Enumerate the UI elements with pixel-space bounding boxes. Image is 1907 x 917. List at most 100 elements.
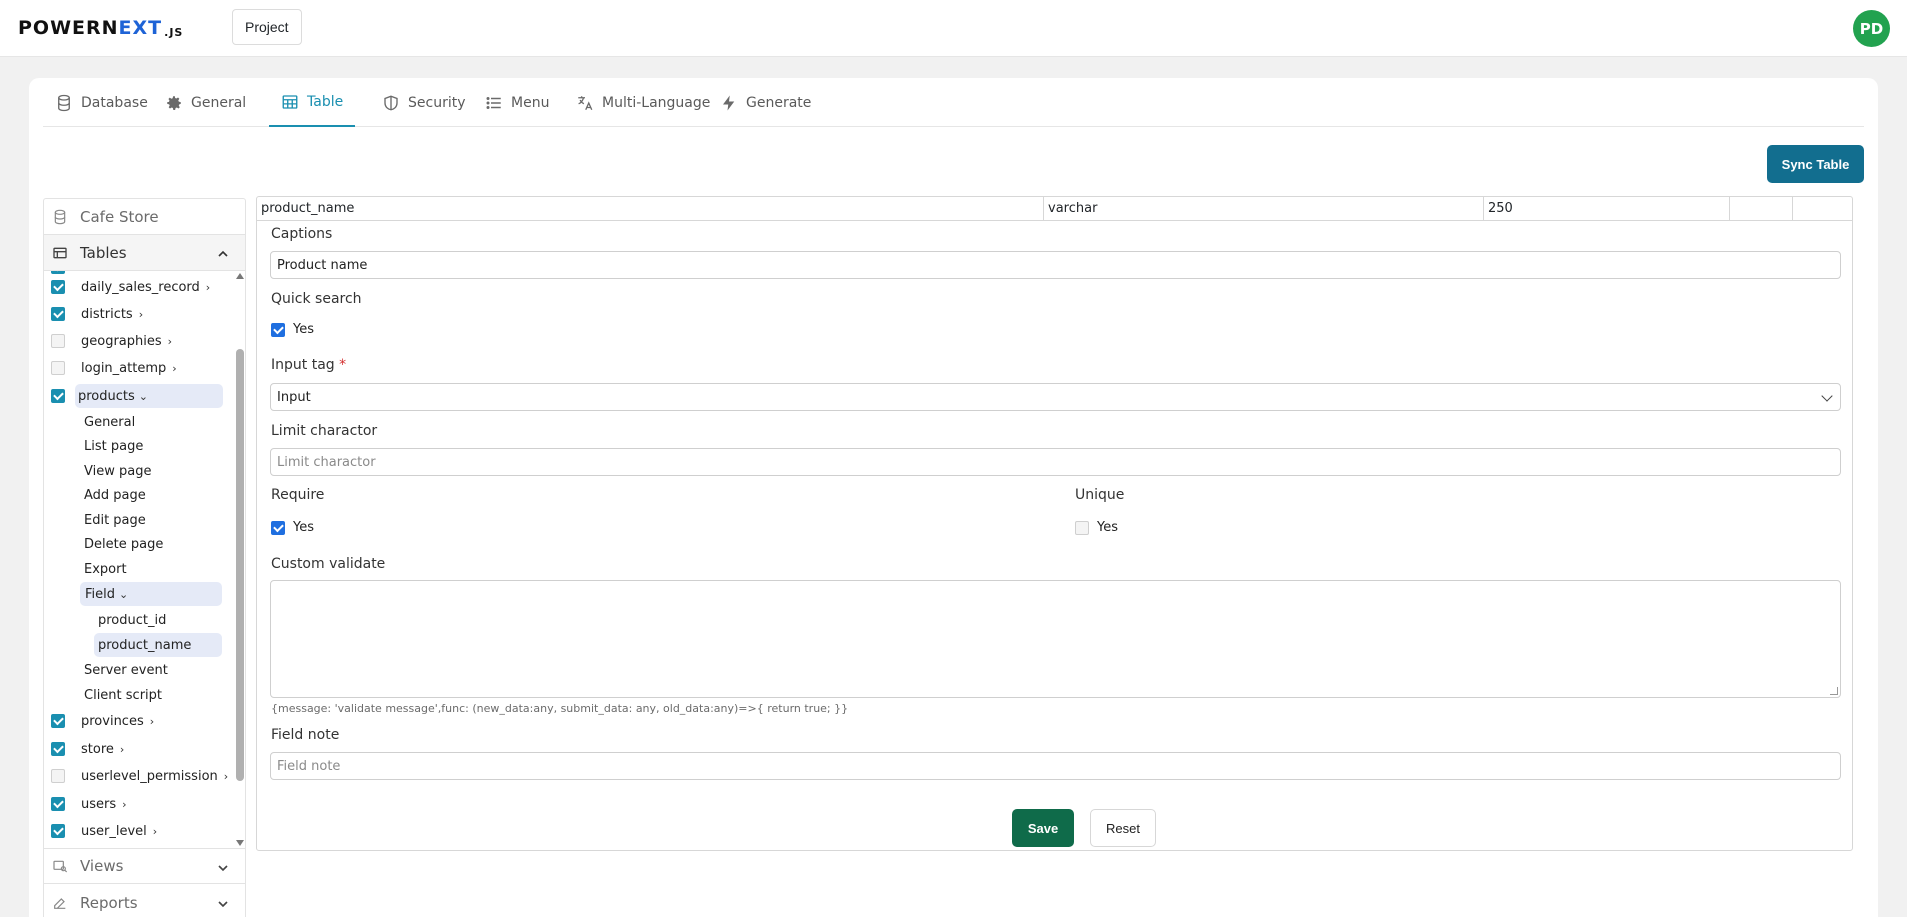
products-highlight[interactable]: products ⌄ — [75, 384, 223, 408]
field-type-cell[interactable]: varchar — [1044, 197, 1484, 220]
field-length-cell[interactable]: 250 — [1484, 197, 1730, 220]
tab-table[interactable]: Table — [269, 78, 356, 127]
field-group[interactable]: Field ⌄ — [80, 582, 222, 606]
table-name[interactable]: districts — [81, 307, 133, 322]
views-icon — [53, 860, 68, 873]
chevron-right-icon[interactable]: › — [150, 715, 154, 728]
chevron-up-icon[interactable] — [215, 246, 231, 262]
table-name[interactable]: store — [81, 742, 114, 757]
field-extra-cell[interactable] — [1730, 197, 1793, 220]
table-name: products — [78, 388, 135, 404]
chevron-right-icon[interactable]: › — [168, 335, 172, 348]
custom-validate-textarea[interactable] — [270, 580, 1841, 698]
product-child-edit-page[interactable]: Edit page — [84, 508, 146, 532]
product-child-export[interactable]: Export — [84, 557, 127, 581]
table-row[interactable]: users › — [51, 792, 127, 816]
chevron-right-icon[interactable]: › — [172, 362, 176, 375]
table-name[interactable]: login_attemp — [81, 361, 166, 376]
table-row[interactable]: provinces › — [51, 709, 154, 733]
chevron-right-icon[interactable]: › — [122, 798, 126, 811]
tab-security[interactable]: Security — [370, 78, 478, 127]
table-name[interactable]: daily_sales_record — [81, 280, 200, 295]
tab-security-label: Security — [408, 94, 466, 111]
limit-charactor-input[interactable]: Limit charactor — [270, 448, 1841, 476]
tab-menu[interactable]: Menu — [473, 78, 561, 127]
table-checkbox[interactable] — [51, 742, 65, 756]
field-extra-cell[interactable] — [1793, 197, 1852, 220]
table-checkbox[interactable] — [51, 389, 65, 403]
chevron-right-icon[interactable]: › — [120, 743, 124, 756]
table-name[interactable]: users — [81, 797, 116, 812]
field-item-product-name[interactable]: product_name — [94, 633, 222, 657]
chevron-down-icon[interactable] — [215, 896, 231, 912]
field-item-product-id[interactable]: product_id — [98, 608, 166, 632]
table-name[interactable]: provinces — [81, 714, 144, 729]
chevron-right-icon[interactable]: › — [206, 281, 210, 294]
field-name-cell[interactable]: product_name — [257, 197, 1044, 220]
captions-input[interactable]: Product name — [270, 251, 1841, 279]
tab-database[interactable]: Database — [43, 78, 160, 127]
table-checkbox[interactable] — [51, 307, 65, 321]
table-checkbox[interactable] — [51, 714, 65, 728]
custom-validate-hint: {message: 'validate message',func: (new_… — [271, 702, 849, 715]
table-checkbox[interactable] — [51, 280, 65, 294]
field-note-input[interactable]: Field note — [270, 752, 1841, 780]
require-option[interactable]: Yes — [271, 520, 314, 535]
table-checkbox[interactable] — [51, 334, 65, 348]
views-section-header[interactable]: Views — [44, 848, 245, 884]
save-button[interactable]: Save — [1012, 809, 1074, 847]
table-row[interactable]: districts › — [51, 302, 143, 326]
table-tree-panel: Cafe Store Tables daily_sales_record › di… — [43, 198, 246, 917]
table-checkbox[interactable] — [51, 797, 65, 811]
project-header[interactable]: Cafe Store — [44, 199, 245, 235]
table-row[interactable]: daily_sales_record › — [51, 275, 210, 299]
scroll-thumb[interactable] — [236, 349, 244, 781]
database-icon — [58, 94, 70, 111]
scroll-up-icon[interactable] — [236, 273, 244, 279]
tab-generate[interactable]: Generate — [708, 78, 823, 127]
logo-suffix: .JS — [164, 25, 184, 39]
table-name[interactable]: userlevel_permission — [81, 769, 218, 784]
chevron-right-icon[interactable]: › — [139, 308, 143, 321]
tab-multi-language[interactable]: Multi-Language — [564, 78, 722, 127]
product-child-list-page[interactable]: List page — [84, 434, 143, 458]
unique-checkbox[interactable] — [1075, 520, 1089, 535]
table-row[interactable]: store › — [51, 737, 124, 761]
sync-table-button[interactable]: Sync Table — [1767, 145, 1864, 183]
tab-general[interactable]: General — [153, 78, 258, 127]
product-child-add-page[interactable]: Add page — [84, 483, 146, 507]
product-child-view-page[interactable]: View page — [84, 459, 151, 483]
table-checkbox[interactable] — [51, 361, 65, 375]
table-name[interactable]: user_level — [81, 824, 147, 839]
avatar[interactable]: PD — [1853, 10, 1890, 47]
table-checkbox[interactable] — [51, 824, 65, 838]
table-row[interactable]: user_level › — [51, 819, 157, 843]
unique-option[interactable]: Yes — [1075, 520, 1118, 535]
tables-section-header[interactable]: Tables — [44, 235, 245, 271]
table-row[interactable]: userlevel_permission › — [51, 764, 228, 788]
field-summary-row[interactable]: product_name varchar 250 — [257, 197, 1852, 221]
table-row[interactable]: geographies › — [51, 329, 172, 353]
chevron-right-icon[interactable]: › — [153, 825, 157, 838]
require-checkbox[interactable] — [271, 520, 285, 535]
scroll-down-icon[interactable] — [236, 840, 244, 846]
product-child-server-event[interactable]: Server event — [84, 658, 168, 682]
resize-handle[interactable] — [1830, 687, 1838, 695]
chevron-down-icon[interactable] — [215, 860, 231, 876]
product-child-general[interactable]: General — [84, 410, 135, 434]
table-checkbox[interactable] — [51, 769, 65, 783]
chevron-right-icon[interactable]: › — [224, 770, 228, 783]
table-row[interactable]: login_attemp › — [51, 356, 177, 380]
project-button[interactable]: Project — [232, 9, 302, 45]
product-child-delete-page[interactable]: Delete page — [84, 532, 163, 556]
tree-scrollbar[interactable] — [235, 271, 245, 848]
logo-prefix: POWERN — [18, 17, 119, 39]
table-row-products[interactable]: products ⌄ — [51, 384, 229, 408]
reset-button[interactable]: Reset — [1090, 809, 1156, 847]
product-child-client-script[interactable]: Client script — [84, 683, 162, 707]
reports-section-header[interactable]: Reports — [44, 885, 245, 917]
quick-search-checkbox[interactable] — [271, 322, 285, 337]
table-name[interactable]: geographies — [81, 334, 162, 349]
quick-search-option[interactable]: Yes — [271, 322, 314, 337]
input-tag-select[interactable]: Input — [270, 383, 1841, 411]
